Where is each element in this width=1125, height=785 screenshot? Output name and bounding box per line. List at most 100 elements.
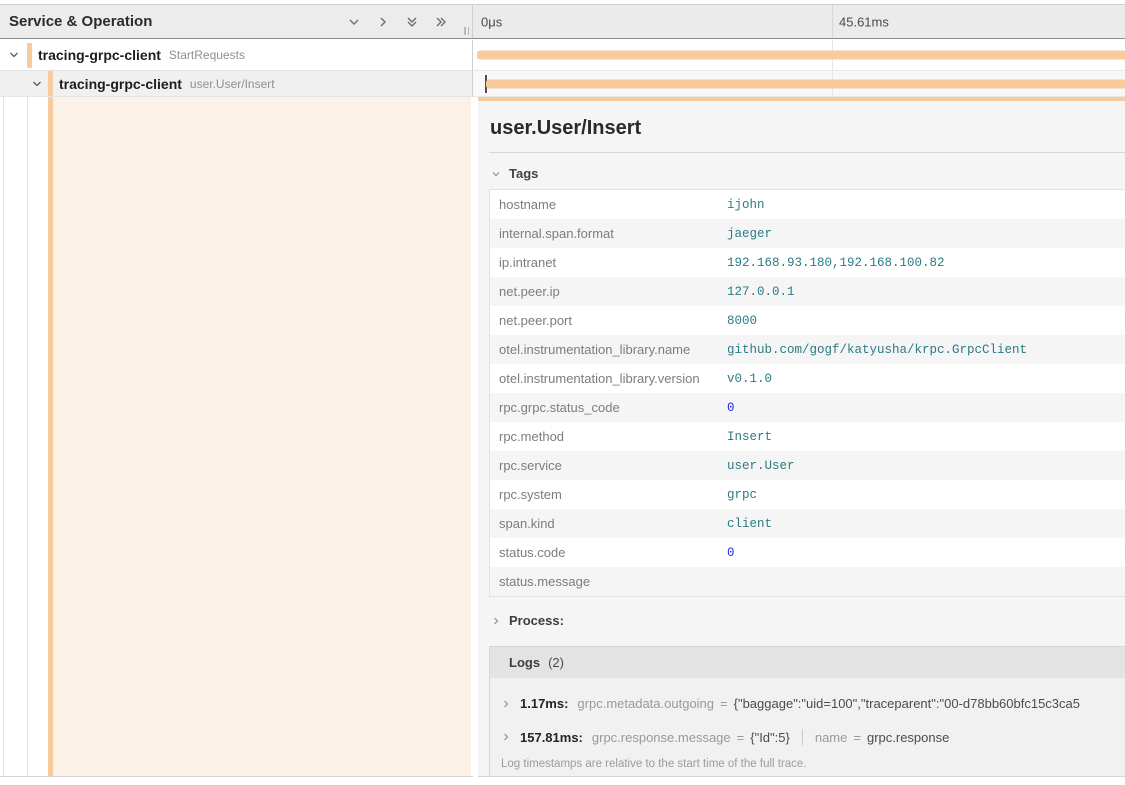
log-field-value: grpc.response <box>867 730 949 745</box>
chevron-down-icon[interactable] <box>31 78 43 90</box>
tag-key: rpc.system <box>490 487 727 502</box>
tags-section-label: Tags <box>509 166 538 181</box>
logs-section-label: Logs <box>509 655 540 670</box>
logs-entries: 1.17ms: grpc.metadata.outgoing={"baggage… <box>490 678 1125 754</box>
log-entry[interactable]: 1.17ms: grpc.metadata.outgoing={"baggage… <box>490 687 1125 720</box>
service-name: tracing-grpc-client <box>38 47 161 63</box>
logs-footer-note: Log timestamps are relative to the start… <box>490 754 1125 777</box>
tag-key: status.message <box>490 574 727 589</box>
tags-table: hostname ijohn internal.span.format jaeg… <box>489 189 1125 597</box>
span-bar-track[interactable] <box>473 71 1125 97</box>
log-field-key: name <box>815 730 848 745</box>
ruler-tick-start: 0μs <box>481 14 502 29</box>
chevron-right-icon <box>491 616 501 626</box>
trace-timeline-view: Service & Operation 0μs 45.61ms <box>0 0 1125 785</box>
tag-row[interactable]: rpc.method Insert <box>490 422 1125 451</box>
tag-value: 0 <box>727 546 735 560</box>
collapse-one-chevron-down-icon[interactable] <box>347 15 361 29</box>
expand-one-chevron-right-icon[interactable] <box>376 15 390 29</box>
tag-key: otel.instrumentation_library.version <box>490 371 727 386</box>
tag-key: span.kind <box>490 516 727 531</box>
tag-row[interactable]: status.message <box>490 567 1125 596</box>
tree-guide-line <box>3 97 4 776</box>
tag-value: v0.1.0 <box>727 372 772 386</box>
service-name: tracing-grpc-client <box>59 76 182 92</box>
tag-row[interactable]: rpc.grpc.status_code 0 <box>490 393 1125 422</box>
process-section-header[interactable]: Process: <box>489 597 1125 634</box>
tag-value: user.User <box>727 459 795 473</box>
log-field-value: {"baggage":"uid=100","traceparent":"00-d… <box>734 696 1080 711</box>
logs-section-header[interactable]: Logs (2) <box>490 647 1125 678</box>
operation-name: StartRequests <box>169 48 245 62</box>
logs-count: (2) <box>548 655 564 670</box>
log-fields: grpc.metadata.outgoing={"baggage":"uid=1… <box>577 696 1080 711</box>
tag-row[interactable]: net.peer.port 8000 <box>490 306 1125 335</box>
span-color-bar <box>48 71 53 97</box>
tag-row[interactable]: ip.intranet 192.168.93.180,192.168.100.8… <box>490 248 1125 277</box>
tag-value: 8000 <box>727 314 757 328</box>
tags-section-header[interactable]: Tags <box>489 153 1125 189</box>
span-duration-bar[interactable] <box>477 51 1125 60</box>
tag-key: rpc.grpc.status_code <box>490 400 727 415</box>
log-timestamp: 1.17ms: <box>520 696 568 711</box>
span-detail-title: user.User/Insert <box>489 101 1125 153</box>
span-detail-row: user.User/Insert Tags hostname ijohn int… <box>0 97 1125 777</box>
tag-row[interactable]: rpc.system grpc <box>490 480 1125 509</box>
tag-row[interactable]: rpc.service user.User <box>490 451 1125 480</box>
log-field-divider <box>802 729 803 745</box>
span-duration-bar[interactable] <box>486 79 1125 88</box>
tag-key: hostname <box>490 197 727 212</box>
chevron-down-icon[interactable] <box>8 49 20 61</box>
expand-all-double-chevron-right-icon[interactable] <box>434 15 448 29</box>
service-operation-title: Service & Operation <box>9 13 347 30</box>
tag-value: Insert <box>727 430 772 444</box>
span-color-bar <box>27 43 32 68</box>
equals-sign: = <box>853 730 861 745</box>
selected-span-tint <box>53 97 471 776</box>
log-entry[interactable]: 157.81ms: grpc.response.message = {"Id":5}… <box>490 720 1125 754</box>
tag-value: client <box>727 517 772 531</box>
timeline-ruler: 0μs 45.61ms <box>473 5 1125 38</box>
log-field-value: {"Id":5} <box>750 730 790 745</box>
tag-value: jaeger <box>727 227 772 241</box>
tree-guide-line <box>27 97 28 776</box>
tag-value: github.com/gogf/katyusha/krpc.GrpcClient <box>727 343 1027 357</box>
chevron-right-icon <box>501 732 511 742</box>
tag-row[interactable]: status.code 0 <box>490 538 1125 567</box>
span-row-label[interactable]: tracing-grpc-client user.User/Insert <box>0 71 473 97</box>
span-detail-panel: user.User/Insert Tags hostname ijohn int… <box>478 97 1125 777</box>
chevron-right-icon <box>501 699 511 709</box>
tag-row[interactable]: otel.instrumentation_library.version v0.… <box>490 364 1125 393</box>
log-field-key: grpc.response.message <box>592 730 731 745</box>
span-row-user-insert[interactable]: tracing-grpc-client user.User/Insert <box>0 71 1125 97</box>
tag-key: internal.span.format <box>490 226 727 241</box>
tag-row[interactable]: net.peer.ip 127.0.0.1 <box>490 277 1125 306</box>
service-operation-header: Service & Operation <box>0 5 473 38</box>
tag-key: net.peer.port <box>490 313 727 328</box>
tag-value: 192.168.93.180,192.168.100.82 <box>727 256 945 270</box>
process-section-label: Process: <box>509 613 564 628</box>
ruler-tick-mid: 45.61ms <box>839 14 889 29</box>
log-timestamp: 157.81ms: <box>520 730 583 745</box>
chevron-down-icon <box>491 169 501 179</box>
column-resizer-grip[interactable] <box>464 27 469 35</box>
tag-row[interactable]: hostname ijohn <box>490 190 1125 219</box>
span-row-start-requests[interactable]: tracing-grpc-client StartRequests <box>0 40 1125 71</box>
span-row-label[interactable]: tracing-grpc-client StartRequests <box>0 40 473 71</box>
tag-key: rpc.method <box>490 429 727 444</box>
tag-key: status.code <box>490 545 727 560</box>
tag-key: net.peer.ip <box>490 284 727 299</box>
tag-value: 0 <box>727 401 735 415</box>
equals-sign: = <box>737 730 745 745</box>
tag-row[interactable]: internal.span.format jaeger <box>490 219 1125 248</box>
tag-key: ip.intranet <box>490 255 727 270</box>
ruler-gridline <box>832 5 833 38</box>
timeline-header: Service & Operation 0μs 45.61ms <box>0 4 1125 39</box>
operation-name: user.User/Insert <box>190 77 275 91</box>
tag-value: 127.0.0.1 <box>727 285 795 299</box>
log-fields: grpc.response.message = {"Id":5} name = grpc.… <box>592 729 949 745</box>
tag-row[interactable]: span.kind client <box>490 509 1125 538</box>
collapse-all-double-chevron-down-icon[interactable] <box>405 15 419 29</box>
span-bar-track[interactable] <box>473 40 1125 71</box>
tag-row[interactable]: otel.instrumentation_library.name github… <box>490 335 1125 364</box>
